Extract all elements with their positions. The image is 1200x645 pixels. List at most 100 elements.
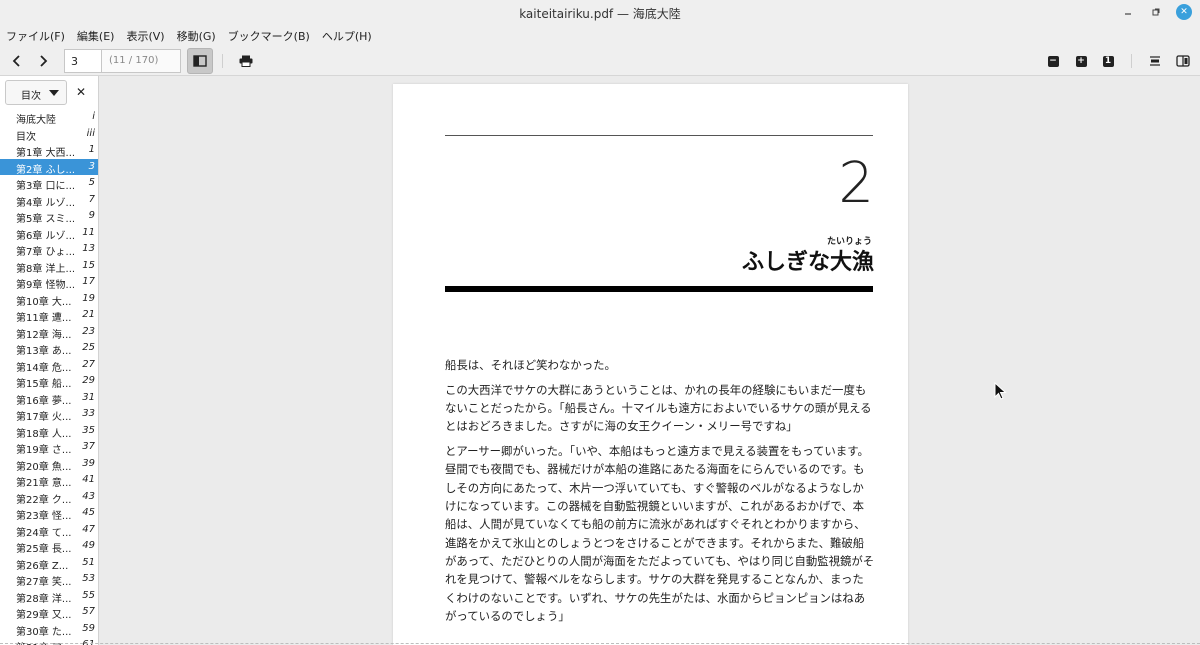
sidebar-mode-dropdown[interactable]: 目次 bbox=[5, 80, 67, 105]
toc-item-label: 第24章 て... bbox=[16, 527, 72, 539]
toc-item-label: 第5章 スミ... bbox=[16, 214, 76, 225]
toc-item[interactable]: 第25章 長... 49 bbox=[0, 538, 98, 555]
pdf-page: 2 たいりょう ふしぎな大漁 船長は、それほど笑わなかった。 この大西洋でサケの… bbox=[393, 84, 908, 645]
toc-item[interactable]: 第16章 夢... 31 bbox=[0, 390, 98, 407]
toc-item[interactable]: 第5章 スミ... 9 bbox=[0, 208, 98, 225]
toc-item-page: 3 bbox=[88, 160, 95, 172]
close-sidebar-icon[interactable]: ✕ bbox=[76, 85, 86, 99]
toc-item[interactable]: 第2章 ふし... 3 bbox=[0, 158, 98, 176]
toc-item-label: 第1章 大西... bbox=[16, 148, 76, 159]
menu-help[interactable]: ヘルプ(H) bbox=[322, 24, 378, 46]
zoom-out-icon[interactable]: − bbox=[1040, 48, 1066, 74]
sidebar-toggle-icon[interactable] bbox=[187, 48, 213, 74]
toc-item-page: 23 bbox=[82, 325, 95, 337]
menu-bar: ファイル(F) 編集(E) 表示(V) 移動(G) ブックマーク(B) ヘルプ(… bbox=[0, 24, 1200, 46]
toc-item[interactable]: 第12章 海... 23 bbox=[0, 324, 98, 341]
toc-item-label: 第22章 ク... bbox=[16, 494, 72, 506]
toc-item[interactable]: 第22章 ク... 43 bbox=[0, 489, 98, 506]
toc-item-page: 7 bbox=[88, 193, 95, 205]
menu-bookmarks[interactable]: ブックマーク(B) bbox=[228, 24, 316, 46]
sidebar-mode-label: 目次 bbox=[21, 91, 41, 102]
toc-item[interactable]: 第20章 魚... 39 bbox=[0, 456, 98, 473]
toc-item-label: 第21章 意... bbox=[16, 478, 72, 489]
toc-item[interactable]: 第27章 笑... 53 bbox=[0, 571, 98, 588]
toc-item[interactable]: 第6章 ルゾ... 11 bbox=[0, 225, 98, 242]
toc-item-page: 13 bbox=[82, 243, 95, 254]
toc-item[interactable]: 第14章 危... 27 bbox=[0, 357, 98, 374]
toc-item[interactable]: 第29章 又... 57 bbox=[0, 604, 98, 621]
toc-item-page: 39 bbox=[82, 457, 95, 469]
toc-item-label: 目次 bbox=[16, 131, 36, 143]
toc-item-page: 57 bbox=[82, 606, 95, 617]
toc-item[interactable]: 第9章 怪物... 17 bbox=[0, 274, 98, 291]
toc-item[interactable]: 第4章 ルゾ... 7 bbox=[0, 192, 98, 209]
toc-item[interactable]: 第1章 大西... 1 bbox=[0, 142, 98, 159]
toc-item-page: 21 bbox=[82, 309, 95, 320]
toc-item-label: 海底大陸 bbox=[16, 115, 56, 126]
toolbar: (11 / 170) − + 1 bbox=[0, 46, 1200, 76]
print-icon[interactable] bbox=[233, 48, 259, 74]
forward-arrow-icon[interactable] bbox=[30, 48, 56, 74]
toc-item[interactable]: 第23章 怪... 45 bbox=[0, 505, 98, 522]
toc-item-label: 第17章 火... bbox=[16, 412, 72, 423]
dual-page-icon[interactable] bbox=[1170, 48, 1196, 74]
paragraph: 船長は、それほど笑わなかった。 bbox=[445, 358, 616, 372]
toc-item-page: 59 bbox=[82, 622, 95, 634]
paragraph: とアーサー卿がいった。「いや、本船はもっと遠方まで見える装置をもっています。昼間… bbox=[445, 444, 875, 623]
toc-item[interactable]: 海底大陸 i bbox=[0, 109, 98, 126]
page-number-input[interactable] bbox=[64, 49, 102, 73]
toc-list: 海底大陸 i 目次 iii 第1章 大西... 1 第2章 ふし... 3 第3章 口に... 5… bbox=[0, 109, 98, 645]
zoom-reset-icon[interactable]: 1 bbox=[1095, 48, 1121, 74]
menu-file[interactable]: ファイル(F) bbox=[6, 24, 71, 46]
toc-item-page: 49 bbox=[82, 540, 95, 551]
toc-item[interactable]: 第24章 て... 47 bbox=[0, 522, 98, 539]
chapter-title: ふしぎな大漁 bbox=[741, 250, 874, 275]
toc-item-label: 第29章 又... bbox=[16, 610, 72, 621]
toc-item[interactable]: 第19章 さ... 37 bbox=[0, 439, 98, 456]
toc-item[interactable]: 第10章 大... 19 bbox=[0, 291, 98, 308]
toc-item[interactable]: 第15章 船... 29 bbox=[0, 373, 98, 390]
toc-item[interactable]: 第13章 あ... 25 bbox=[0, 340, 98, 357]
back-arrow-icon[interactable] bbox=[4, 48, 30, 74]
toc-item-label: 第15章 船... bbox=[16, 379, 72, 390]
toc-item[interactable]: 第3章 口に... 5 bbox=[0, 175, 98, 192]
menu-go[interactable]: 移動(G) bbox=[177, 24, 222, 46]
toc-item-page: 61 bbox=[82, 639, 95, 645]
toc-item-label: 第26章 Z... bbox=[16, 560, 69, 572]
toc-item-page: 9 bbox=[88, 210, 95, 221]
toc-item[interactable]: 第18章 人... 35 bbox=[0, 423, 98, 440]
toc-item-label: 第20章 魚... bbox=[16, 461, 72, 473]
toc-item-label: 第2章 ふし... bbox=[16, 164, 76, 176]
menu-edit[interactable]: 編集(E) bbox=[77, 24, 121, 46]
toc-item-label: 第16章 夢... bbox=[16, 395, 72, 407]
toc-item-label: 第14章 危... bbox=[16, 362, 72, 374]
toc-item[interactable]: 第11章 遭... 21 bbox=[0, 307, 98, 324]
toc-item-page: 17 bbox=[82, 276, 95, 287]
zoom-in-icon[interactable]: + bbox=[1068, 48, 1094, 74]
toc-item[interactable]: 第17章 火... 33 bbox=[0, 406, 98, 423]
title-rule bbox=[445, 286, 873, 292]
body-text: 船長は、それほど笑わなかった。 この大西洋でサケの大群にあうということは、かれの… bbox=[445, 356, 875, 632]
page-total-label: (11 / 170) bbox=[101, 49, 181, 73]
toc-item-page: 35 bbox=[82, 424, 95, 436]
window-title: kaiteitairiku.pdf — 海底大陸 bbox=[519, 7, 681, 21]
minimize-icon[interactable] bbox=[1120, 4, 1136, 20]
toc-item[interactable]: 第7章 ひょ... 13 bbox=[0, 241, 98, 258]
menu-view[interactable]: 表示(V) bbox=[126, 24, 170, 46]
toc-item-label: 第25章 長... bbox=[16, 544, 72, 555]
toc-item[interactable]: 第26章 Z... 51 bbox=[0, 555, 98, 572]
maximize-icon[interactable] bbox=[1148, 4, 1164, 20]
toc-item[interactable]: 第28章 洋... 55 bbox=[0, 588, 98, 605]
toc-item[interactable]: 目次 iii bbox=[0, 126, 98, 143]
toc-item[interactable]: 第8章 洋上... 15 bbox=[0, 258, 98, 275]
toc-item-label: 第3章 口に... bbox=[16, 181, 76, 192]
chevron-down-icon bbox=[49, 90, 59, 96]
toc-item-page: i bbox=[92, 111, 95, 122]
toc-item[interactable]: 第21章 意... 41 bbox=[0, 472, 98, 489]
continuous-icon[interactable] bbox=[1142, 48, 1168, 74]
close-window-icon[interactable]: ✕ bbox=[1176, 4, 1192, 20]
toc-item[interactable]: 第30章 た... 59 bbox=[0, 621, 98, 638]
toc-item-label: 第23章 怪... bbox=[16, 511, 72, 522]
document-view[interactable]: 2 たいりょう ふしぎな大漁 船長は、それほど笑わなかった。 この大西洋でサケの… bbox=[100, 76, 1200, 645]
toc-item-label: 第10章 大... bbox=[16, 296, 72, 308]
